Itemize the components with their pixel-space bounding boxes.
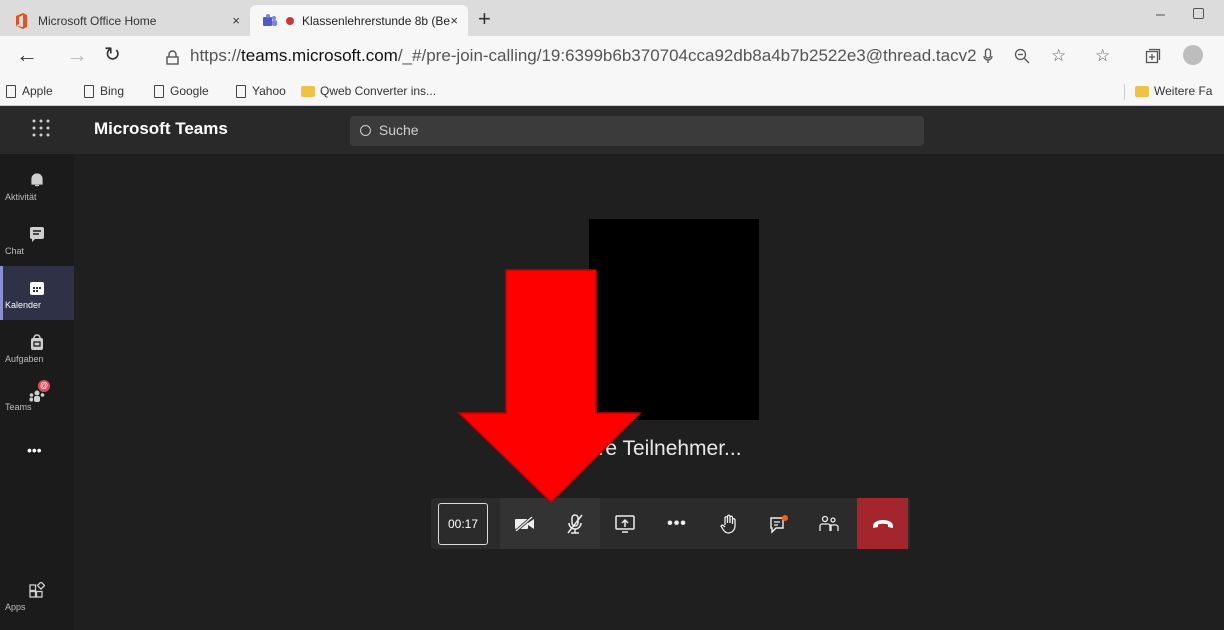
bag-icon: [31, 334, 43, 350]
page-icon: [84, 84, 94, 98]
favorites-list-icon[interactable]: ☆: [1095, 46, 1110, 66]
folder-icon: [1135, 85, 1149, 97]
rail-label: Aufgaben: [5, 354, 44, 364]
hang-up-icon: [872, 519, 893, 528]
search-input[interactable]: Suche: [350, 116, 924, 146]
raise-hand-button[interactable]: [704, 498, 754, 549]
mic-off-icon: [567, 513, 583, 534]
rail-item-more[interactable]: •••: [0, 442, 74, 472]
rail-label: Kalender: [5, 300, 42, 310]
tab-teams-meeting[interactable]: Klassenlehrerstunde 8b (Be ×: [250, 5, 468, 36]
url-prefix: https://: [190, 46, 242, 65]
chat-icon: [770, 514, 788, 534]
reload-icon[interactable]: ↻: [104, 42, 121, 67]
rail-label: Apps: [5, 602, 26, 612]
rail-label: Teams: [5, 402, 32, 412]
tab-title: Klassenlehrerstunde 8b (Be: [302, 13, 451, 28]
share-screen-icon: [615, 514, 635, 533]
bookmark-google[interactable]: Google: [154, 84, 209, 98]
apps-icon: [29, 582, 45, 598]
search-placeholder: Suche: [378, 122, 419, 138]
minimize-icon[interactable]: –: [1156, 6, 1165, 24]
address-bar-row: ← → ↻ https://teams.microsoft.com/_#/pre…: [0, 36, 1224, 78]
rail-item-apps[interactable]: Apps: [0, 574, 74, 628]
bookmarks-bar: Apple Bing Google Yahoo Qweb Converter i…: [0, 78, 1224, 106]
bookmark-label: Yahoo: [252, 84, 286, 98]
back-icon[interactable]: ←: [16, 42, 38, 68]
tab-close-icon[interactable]: ×: [232, 13, 240, 28]
folder-icon: [301, 85, 315, 97]
new-tab-button[interactable]: +: [478, 6, 491, 32]
tab-close-icon[interactable]: ×: [450, 13, 458, 28]
teams-header: Microsoft Teams Suche: [0, 106, 1224, 154]
page-icon: [236, 84, 246, 98]
app-launcher-icon[interactable]: [30, 117, 52, 139]
app-rail: Aktivität Chat Kalender Aufgaben @ Teams…: [0, 154, 74, 630]
profile-avatar[interactable]: [1183, 45, 1203, 65]
participants-button[interactable]: [804, 498, 854, 549]
recording-dot-icon: [286, 16, 294, 25]
rail-item-assignments[interactable]: Aufgaben: [0, 320, 74, 374]
hang-up-button[interactable]: [857, 498, 908, 549]
rail-item-chat[interactable]: Chat: [0, 212, 74, 266]
more-actions-button[interactable]: •••: [652, 498, 702, 549]
rail-label: Aktivität: [5, 192, 37, 202]
camera-toggle-button[interactable]: [500, 498, 550, 549]
page-icon: [6, 84, 16, 98]
other-favorites[interactable]: Weitere Fa: [1135, 84, 1212, 98]
lock-icon[interactable]: [166, 50, 179, 65]
teams-logo-icon: [263, 13, 277, 26]
page-icon: [154, 84, 164, 98]
share-screen-button[interactable]: [600, 498, 650, 549]
mic-toggle-button[interactable]: [550, 498, 600, 549]
bookmark-apple[interactable]: Apple: [6, 84, 53, 98]
forward-icon[interactable]: →: [66, 42, 88, 68]
bookmark-label: Qweb Converter ins...: [320, 84, 437, 98]
bookmark-label: Google: [170, 84, 209, 98]
chat-icon: [30, 227, 44, 242]
tab-office-home[interactable]: Microsoft Office Home ×: [2, 5, 250, 36]
url-path: /_#/pre-join-calling/19:6399b6b370704cca…: [397, 46, 977, 65]
bookmark-label: Apple: [22, 84, 53, 98]
url-field[interactable]: https://teams.microsoft.com/_#/pre-join-…: [190, 46, 977, 66]
raise-hand-icon: [720, 514, 736, 534]
more-icon: •••: [27, 442, 42, 458]
bookmark-qweb-converter[interactable]: Qweb Converter ins...: [301, 84, 436, 98]
waiting-message: uf weitere Teilnehmer...: [526, 437, 742, 460]
more-actions-icon: •••: [667, 514, 687, 532]
call-timer: 00:17: [438, 503, 488, 545]
bookmark-bing[interactable]: Bing: [84, 84, 124, 98]
divider: [1124, 84, 1125, 100]
calendar-icon: [30, 282, 44, 295]
search-icon: [360, 125, 371, 136]
favorite-star-icon[interactable]: ☆: [1051, 46, 1066, 66]
app-title: Microsoft Teams: [94, 119, 228, 138]
bookmark-label: Bing: [100, 84, 125, 98]
rail-item-activity[interactable]: Aktivität: [0, 158, 74, 212]
other-favorites-label: Weitere Fa: [1154, 84, 1213, 98]
chat-button[interactable]: [754, 498, 804, 549]
browser-tab-strip: Microsoft Office Home × Klassenlehrerstu…: [0, 0, 1224, 36]
participants-icon: [819, 515, 839, 531]
url-host: teams.microsoft.com: [241, 46, 398, 65]
notification-badge: @: [38, 380, 50, 392]
bookmark-yahoo[interactable]: Yahoo: [236, 84, 286, 98]
rail-label: Chat: [5, 246, 25, 256]
microphone-icon[interactable]: [983, 48, 993, 65]
zoom-out-icon[interactable]: [1014, 48, 1030, 64]
collections-icon[interactable]: [1145, 48, 1161, 64]
camera-off-icon: [515, 515, 534, 532]
office-logo-icon: [16, 12, 27, 29]
rail-item-calendar[interactable]: Kalender: [0, 266, 74, 320]
tab-title: Microsoft Office Home: [38, 13, 157, 28]
maximize-icon[interactable]: [1193, 8, 1204, 19]
rail-item-teams[interactable]: @ Teams: [0, 374, 74, 428]
bell-icon: [31, 173, 43, 187]
video-preview: [589, 219, 759, 420]
